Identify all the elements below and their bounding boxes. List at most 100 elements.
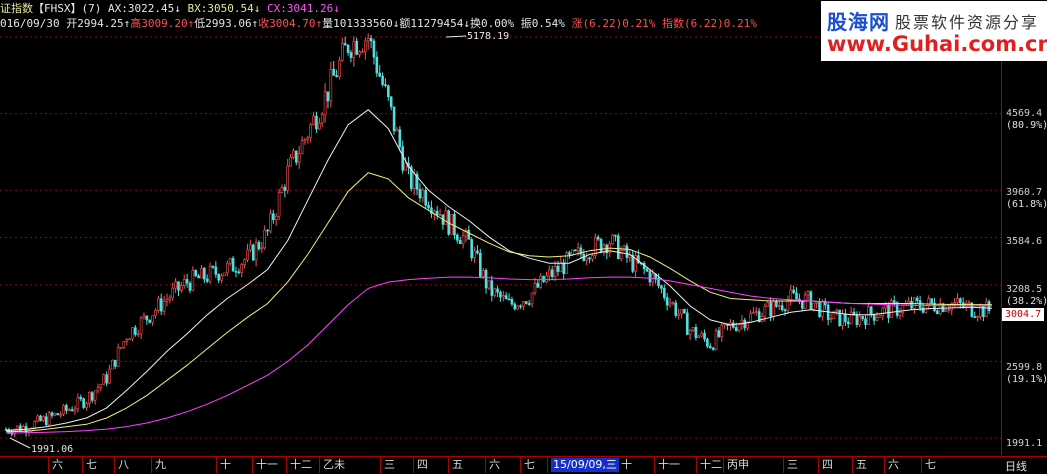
candlestick <box>754 306 758 316</box>
x-axis-separator <box>413 457 414 473</box>
candlestick <box>634 251 637 278</box>
candlestick <box>315 111 318 133</box>
candlestick <box>786 295 790 315</box>
x-axis-separator <box>380 457 381 473</box>
candlestick <box>685 308 689 335</box>
candlestick <box>145 315 149 325</box>
candlestick <box>44 412 48 426</box>
candlestick <box>869 305 873 318</box>
candlestick <box>829 313 833 323</box>
price-chart[interactable] <box>0 0 1047 473</box>
candlestick <box>372 38 376 65</box>
candlestick <box>292 148 295 160</box>
x-axis-separator <box>852 457 853 473</box>
candlestick <box>392 106 396 135</box>
candlestick <box>79 394 83 402</box>
candlestick <box>714 328 718 351</box>
candlestick <box>545 271 548 284</box>
candlestick <box>504 292 508 300</box>
candlestick <box>677 308 680 320</box>
candlestick <box>116 343 120 368</box>
candlestick <box>671 301 675 306</box>
candlestick <box>956 293 959 304</box>
candlestick <box>548 265 551 282</box>
candlestick <box>122 340 126 350</box>
candlestick <box>527 300 531 306</box>
candlestick <box>93 390 97 405</box>
logo-tagline: 股票软件资源分享 <box>895 13 1040 32</box>
candlestick <box>19 423 22 432</box>
candlestick <box>188 281 192 294</box>
candlestick <box>703 329 706 342</box>
candlestick <box>915 295 919 304</box>
candlestick <box>717 326 721 339</box>
candlestick <box>594 233 597 259</box>
candlestick <box>361 48 364 53</box>
candlestick <box>131 327 134 342</box>
candlestick <box>335 69 338 78</box>
candlestick <box>470 237 473 262</box>
candlestick <box>65 403 68 415</box>
candlestick <box>174 277 177 294</box>
x-axis-separator <box>114 457 115 473</box>
candlestick <box>338 56 341 80</box>
x-axis-label: 三 <box>787 458 798 471</box>
candlestick <box>740 315 744 330</box>
candlestick <box>642 261 646 275</box>
candlestick <box>312 111 315 126</box>
x-axis-separator <box>151 457 152 473</box>
y-tick: 3960.7 (61.8%) <box>1006 187 1047 210</box>
x-axis-separator <box>921 457 922 473</box>
candlestick <box>591 253 594 262</box>
x-axis-label: 十 <box>621 458 632 471</box>
candlestick <box>185 274 189 288</box>
x-axis-separator <box>485 457 486 473</box>
candlestick <box>878 314 882 318</box>
candlestick <box>976 315 979 322</box>
candlestick <box>142 312 146 320</box>
candlestick <box>263 225 267 250</box>
candlestick <box>240 262 244 278</box>
candlestick <box>157 295 160 313</box>
candlestick <box>421 187 425 203</box>
candlestick <box>223 272 226 277</box>
candlestick <box>53 412 57 417</box>
candlestick <box>254 238 258 267</box>
candlestick <box>326 91 330 109</box>
candlestick <box>295 150 298 166</box>
candlestick <box>108 364 111 385</box>
x-axis-separator <box>319 457 320 473</box>
candlestick <box>780 301 784 312</box>
x-axis-separator <box>48 457 49 473</box>
candlestick <box>73 405 77 415</box>
period-tab-daily[interactable]: 日线 <box>1005 458 1027 474</box>
candlestick <box>297 145 301 169</box>
candlestick <box>711 346 715 351</box>
candlestick <box>838 309 841 327</box>
candlestick <box>231 255 235 272</box>
x-axis-label: 十一 <box>658 458 680 471</box>
candlestick <box>220 273 223 284</box>
candlestick <box>522 300 525 311</box>
x-axis-label-selected: 15/09/09,三 <box>551 458 619 472</box>
candlestick <box>798 293 801 305</box>
candlestick <box>800 300 804 312</box>
candlestick <box>752 307 755 314</box>
candlestick <box>113 359 117 369</box>
x-axis-separator <box>286 457 287 473</box>
candlestick <box>134 325 137 337</box>
candlestick <box>260 241 264 253</box>
candlestick <box>162 295 166 316</box>
candlestick <box>823 298 827 310</box>
candlestick <box>105 371 108 387</box>
candlestick <box>688 328 692 340</box>
peak-annotation: 5178.19 <box>467 31 510 42</box>
candlestick <box>125 338 129 346</box>
candlestick <box>415 171 419 196</box>
candlestick <box>479 248 482 279</box>
candlestick <box>343 36 347 46</box>
candlestick <box>496 285 499 297</box>
candlestick <box>300 136 304 155</box>
candlestick <box>139 316 143 339</box>
x-axis-label: 十 <box>220 458 231 471</box>
